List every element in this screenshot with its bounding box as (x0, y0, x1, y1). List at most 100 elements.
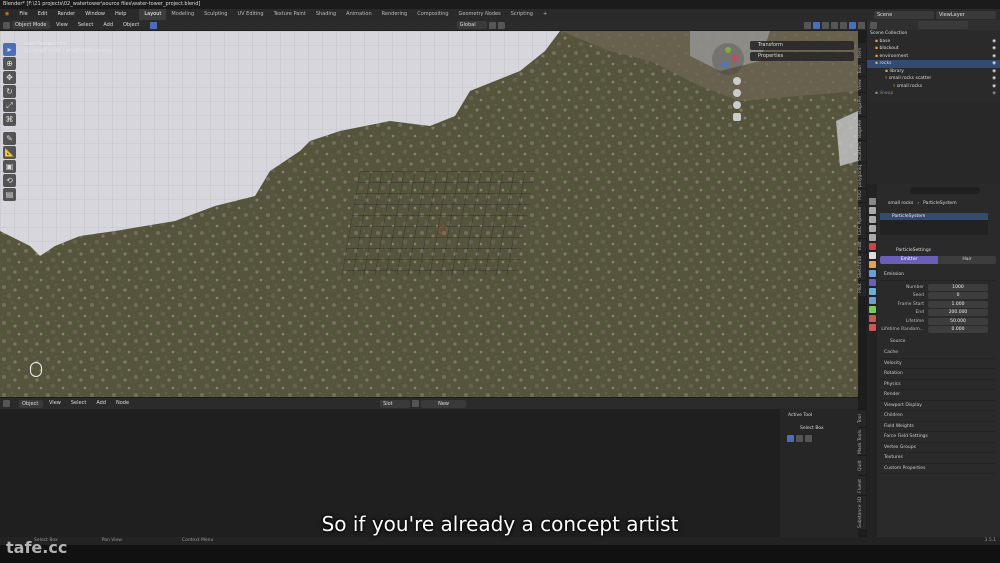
npanel-properties-section[interactable]: Properties (750, 52, 854, 61)
particle-props-icon[interactable] (868, 279, 876, 286)
gizmo-y-axis-icon[interactable] (725, 47, 731, 53)
annotate-tool-icon[interactable]: ✎ (3, 132, 16, 145)
view-layer-props-icon[interactable] (868, 225, 876, 232)
tab-cec-pipeline[interactable]: CEC Pipeline (858, 202, 866, 238)
outliner-item-small-rocks-scatter[interactable]: ▿ small rocks scatter ◉ (867, 75, 1000, 83)
outliner-item-library[interactable]: ▪ library ◉ (867, 68, 1000, 76)
rotate-tool-icon[interactable]: ↻ (3, 85, 16, 98)
mode-selector[interactable]: Object Mode (12, 21, 50, 29)
pin-icon[interactable] (468, 400, 475, 407)
tab-view[interactable]: View (858, 76, 866, 92)
tab-scatter5[interactable]: Scatter5 (858, 140, 866, 162)
workspace-tab-uv-editing[interactable]: UV Editing (232, 9, 268, 20)
collection-props-icon[interactable] (868, 252, 876, 259)
section-textures[interactable]: Textures (880, 453, 996, 464)
frame-start-field[interactable]: 1.000 (928, 300, 988, 308)
subsection-source[interactable]: Source (886, 337, 996, 348)
pan-hand-icon[interactable] (733, 89, 741, 97)
tab-polygoniq[interactable]: polygoniq (858, 162, 866, 188)
bottom-menu-add[interactable]: Add (91, 398, 111, 409)
viewport-menu-view[interactable]: View (51, 20, 73, 31)
material-props-icon[interactable] (868, 315, 876, 322)
section-velocity[interactable]: Velocity (880, 359, 996, 369)
number-field[interactable]: 1000 (928, 283, 988, 291)
workspace-tab-rendering[interactable]: Rendering (377, 9, 413, 20)
texture-props-icon[interactable] (868, 324, 876, 331)
tab-bagapie-2[interactable]: BagaPie (858, 116, 866, 140)
move-tool-icon[interactable]: ✥ (3, 71, 16, 84)
tab-pilot[interactable]: Pilot (858, 280, 866, 296)
tool-props-icon[interactable] (868, 198, 876, 205)
viewport-menu-select[interactable]: Select (73, 20, 98, 31)
select-subtract-icon[interactable] (805, 435, 812, 442)
menu-help[interactable]: Help (110, 9, 131, 20)
workspace-tab-texture-paint[interactable]: Texture Paint (269, 9, 311, 20)
gizmo-z-axis-icon[interactable] (722, 61, 728, 67)
navigation-gizmo[interactable] (712, 43, 744, 75)
outliner-item-lineup[interactable]: ▪ lineup ◉ (867, 90, 1000, 98)
outliner-item-small-rocks[interactable]: ▿ small rocks ◉ (867, 83, 1000, 91)
gizmo-icon[interactable] (150, 21, 158, 29)
tab-bagapie[interactable]: BagaPie (858, 92, 866, 116)
render-props-icon[interactable] (868, 207, 876, 214)
gizmo-x-axis-icon[interactable] (732, 55, 738, 61)
material-browse-icon[interactable] (412, 400, 420, 407)
physics-props-icon[interactable] (868, 288, 876, 295)
snap-icon[interactable] (488, 21, 496, 29)
section-emission[interactable]: Emission (880, 270, 996, 281)
bottom-tab-fluent[interactable]: Fluent (858, 475, 866, 495)
shading-solid-icon[interactable] (840, 21, 848, 29)
section-custom-properties[interactable]: Custom Properties (880, 464, 996, 474)
menu-render[interactable]: Render (52, 9, 80, 20)
shading-material-icon[interactable] (849, 21, 857, 29)
select-box-tool-icon[interactable]: ▸ (3, 43, 16, 56)
bottom-menu-select[interactable]: Select (66, 398, 91, 409)
outliner-editor-icon[interactable] (870, 21, 877, 29)
object-props-icon[interactable] (868, 261, 876, 268)
workspace-tab-animation[interactable]: Animation (341, 9, 377, 20)
scale-tool-icon[interactable]: ⤢ (3, 99, 16, 112)
new-material-button[interactable]: New (421, 399, 467, 408)
select-extend-icon[interactable] (796, 435, 803, 442)
shading-wireframe-icon[interactable] (831, 21, 839, 29)
visibility-icon[interactable]: ◉ (992, 38, 996, 46)
section-physics[interactable]: Physics (880, 380, 996, 390)
particle-settings-selector[interactable]: ParticleSettings (880, 246, 992, 254)
output-props-icon[interactable] (868, 216, 876, 223)
data-props-icon[interactable] (868, 306, 876, 313)
scene-props-icon[interactable] (868, 234, 876, 241)
outliner-item-base[interactable]: ▪ base ◉ (867, 38, 1000, 46)
visibility-icon[interactable]: ◉ (992, 53, 996, 61)
transform-tool-icon[interactable]: ⌘ (3, 113, 16, 126)
menu-file[interactable]: File (14, 9, 32, 20)
tab-item[interactable]: Item (858, 42, 866, 62)
bottom-menu-node[interactable]: Node (111, 398, 134, 409)
select-new-icon[interactable] (787, 435, 794, 442)
visibility-icon[interactable]: ◉ (992, 45, 996, 53)
outliner-filter-input[interactable] (918, 21, 968, 29)
perspective-toggle-icon[interactable] (733, 113, 741, 121)
section-force-field-settings[interactable]: Force Field Settings (880, 432, 996, 443)
outliner-item-environment[interactable]: ▪ environment ◉ (867, 53, 1000, 61)
section-viewport-display[interactable]: Viewport Display (880, 401, 996, 411)
bottom-menu-view[interactable]: View (44, 398, 66, 409)
tab-sketchfab[interactable]: Sketchfab (858, 252, 866, 280)
add-workspace-icon[interactable]: + (538, 9, 552, 20)
world-props-icon[interactable] (868, 243, 876, 250)
menu-edit[interactable]: Edit (33, 9, 53, 20)
visibility-icon[interactable]: ◉ (992, 60, 996, 68)
blender-logo-icon[interactable]: ◉ (0, 9, 14, 20)
tab-hair[interactable]: Hair (938, 256, 996, 264)
visibility-icon[interactable]: ◉ (992, 75, 996, 83)
bottom-tab-mask-tools[interactable]: Mask Tools (858, 427, 866, 455)
xray-icon[interactable] (822, 21, 830, 29)
section-children[interactable]: Children (880, 411, 996, 422)
visibility-icon[interactable]: ◉ (992, 83, 996, 91)
particle-system-list-item[interactable]: ParticleSystem (880, 213, 988, 220)
3d-viewport[interactable]: User Perspective (1) small rocks | small… (0, 31, 858, 397)
shading-rendered-icon[interactable] (858, 21, 866, 29)
particle-system-list[interactable]: ParticleSystem (880, 213, 988, 235)
section-render[interactable]: Render (880, 390, 996, 401)
scene-selector[interactable]: Scene (874, 10, 934, 19)
section-vertex-groups[interactable]: Vertex Groups (880, 443, 996, 453)
